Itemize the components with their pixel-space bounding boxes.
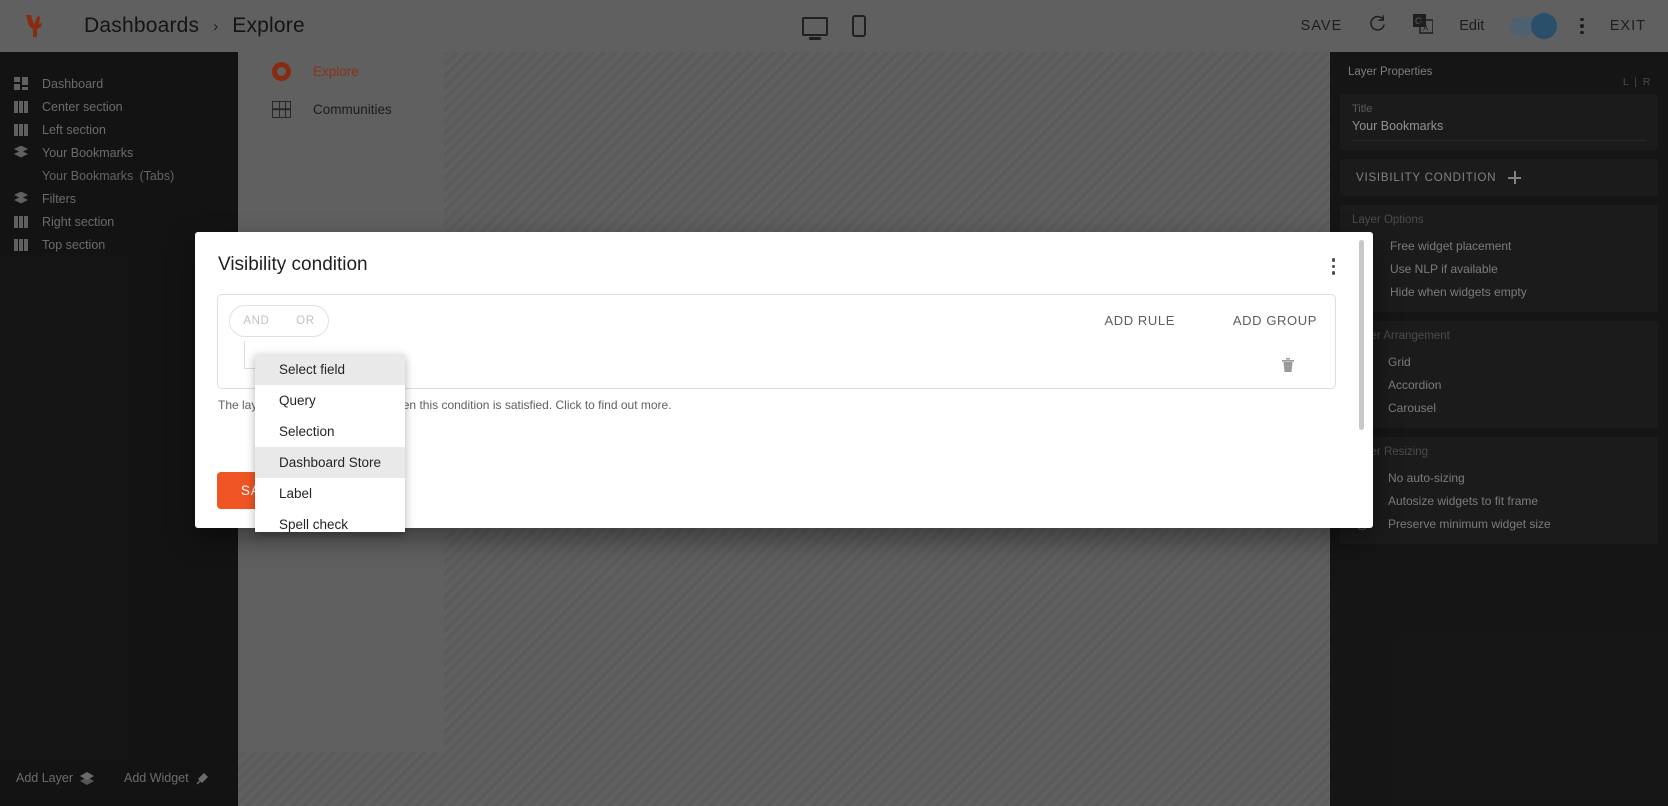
add-rule-button[interactable]: ADD RULE xyxy=(1104,313,1175,328)
dropdown-item[interactable]: Dashboard Store xyxy=(255,447,405,478)
dialog-more-vertical-icon[interactable] xyxy=(1331,258,1335,275)
app-root: Dashboard Center section Left section Your … xyxy=(0,0,1668,806)
and-or-toggle[interactable]: AND OR xyxy=(229,305,329,337)
dropdown-item[interactable]: Selection xyxy=(255,416,405,447)
add-group-button[interactable]: ADD GROUP xyxy=(1233,313,1317,328)
operator-or[interactable]: OR xyxy=(296,315,314,327)
dropdown-item[interactable]: Label xyxy=(255,478,405,509)
field-select-dropdown: Select field Query Selection Dashboard Stor… xyxy=(255,354,405,532)
operator-and[interactable]: AND xyxy=(243,315,269,327)
dropdown-item[interactable]: Query xyxy=(255,385,405,416)
dropdown-item[interactable]: Select field xyxy=(255,354,405,385)
dropdown-item[interactable]: Spell check xyxy=(255,509,405,532)
trash-icon[interactable] xyxy=(1281,357,1295,378)
dialog-title: Visibility condition xyxy=(218,254,368,275)
dialog-scrollbar[interactable] xyxy=(1359,240,1364,430)
